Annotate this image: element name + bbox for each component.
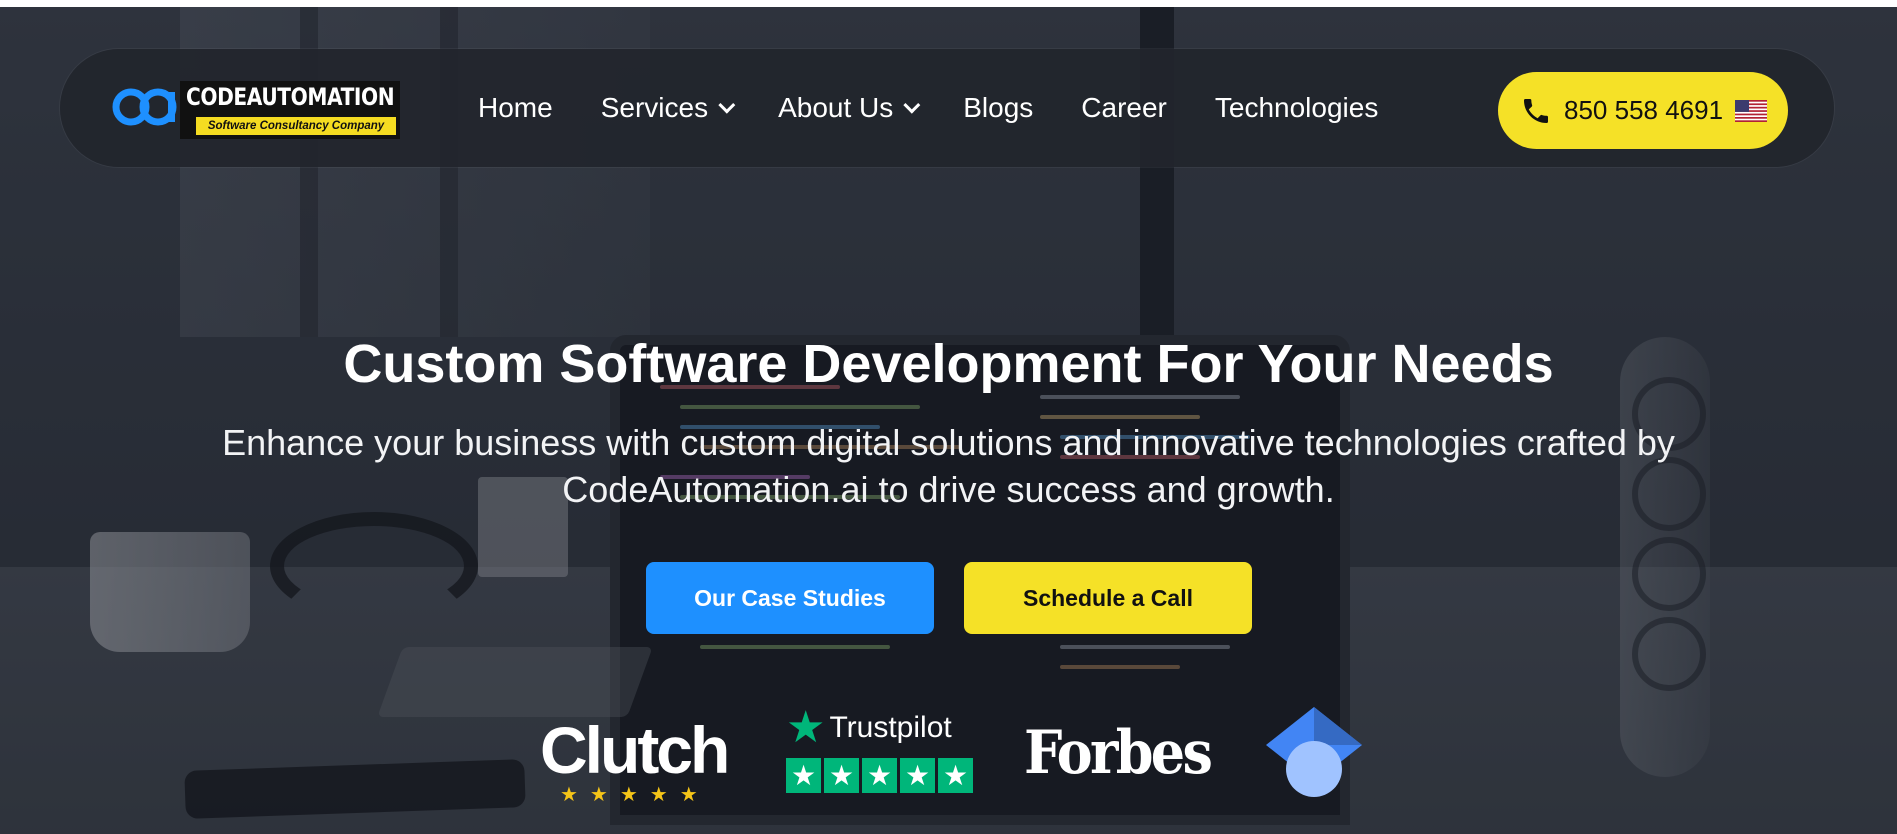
trustpilot-star-icon: ★ <box>786 703 826 752</box>
nav-item-about-us[interactable]: About Us <box>778 92 921 124</box>
clutch-logo: Clutch <box>540 713 730 787</box>
chevron-down-icon <box>718 96 736 114</box>
logo-title: CODEAUTOMATION <box>186 83 395 111</box>
trustpilot-logo: ★ Trustpilot <box>786 703 952 752</box>
trustpilot-wordmark: Trustpilot <box>829 711 952 744</box>
chevron-down-icon <box>903 96 921 114</box>
nav-item-label: Home <box>478 92 553 123</box>
trustpilot-rating-stars: ★ ★ ★ ★ ★ <box>786 758 973 793</box>
logo-tagline: Software Consultancy Company <box>196 117 396 135</box>
trustpilot-badge[interactable]: ★ Trustpilot ★ ★ ★ ★ ★ <box>786 703 976 800</box>
nav-item-technologies[interactable]: Technologies <box>1215 92 1378 124</box>
hero-subtitle: Enhance your business with custom digita… <box>222 422 1675 510</box>
nav-item-label: Technologies <box>1214 92 1379 123</box>
nav-item-home[interactable]: Home <box>478 92 553 124</box>
main-navbar: CODEAUTOMATION Software Consultancy Comp… <box>60 49 1834 167</box>
phone-number: 850 558 4691 <box>1564 95 1724 125</box>
trustpilot-star-box: ★ <box>862 758 897 793</box>
nav-item-label: Services <box>600 92 709 123</box>
nav-item-label: About Us <box>778 92 894 123</box>
us-flag-icon <box>1735 99 1768 122</box>
phone-call-button[interactable]: 850 558 4691 <box>1498 72 1788 149</box>
nav-item-label: Blogs <box>963 92 1034 123</box>
schedule-call-button[interactable]: Schedule a Call <box>964 562 1252 634</box>
nav-item-services[interactable]: Services <box>600 92 736 124</box>
clutch-rating-stars: ★★★★★ <box>560 784 710 806</box>
logo-mark-icon <box>112 88 177 126</box>
nav-links: Home Services About Us Blogs Career Tech… <box>478 49 1426 167</box>
trustpilot-star-box: ★ <box>786 758 821 793</box>
nav-item-label: Career <box>1081 92 1167 123</box>
trustpilot-star-box: ★ <box>938 758 973 793</box>
trustpilot-star-box: ★ <box>900 758 935 793</box>
nav-item-career[interactable]: Career <box>1081 92 1167 124</box>
phone-icon <box>1524 98 1548 123</box>
clutch-badge[interactable]: Clutch ★★★★★ <box>540 712 730 806</box>
site-logo[interactable]: CODEAUTOMATION Software Consultancy Comp… <box>112 81 400 139</box>
case-studies-button[interactable]: Our Case Studies <box>646 562 934 634</box>
logo-wordmark: CODEAUTOMATION Software Consultancy Comp… <box>180 81 400 139</box>
nav-item-blogs[interactable]: Blogs <box>963 92 1033 124</box>
hero-title: Custom Software Development For Your Nee… <box>343 334 1554 394</box>
google-scholar-icon[interactable] <box>1266 707 1362 799</box>
forbes-logo[interactable]: Forbes <box>1024 718 1213 788</box>
trustpilot-star-box: ★ <box>824 758 859 793</box>
